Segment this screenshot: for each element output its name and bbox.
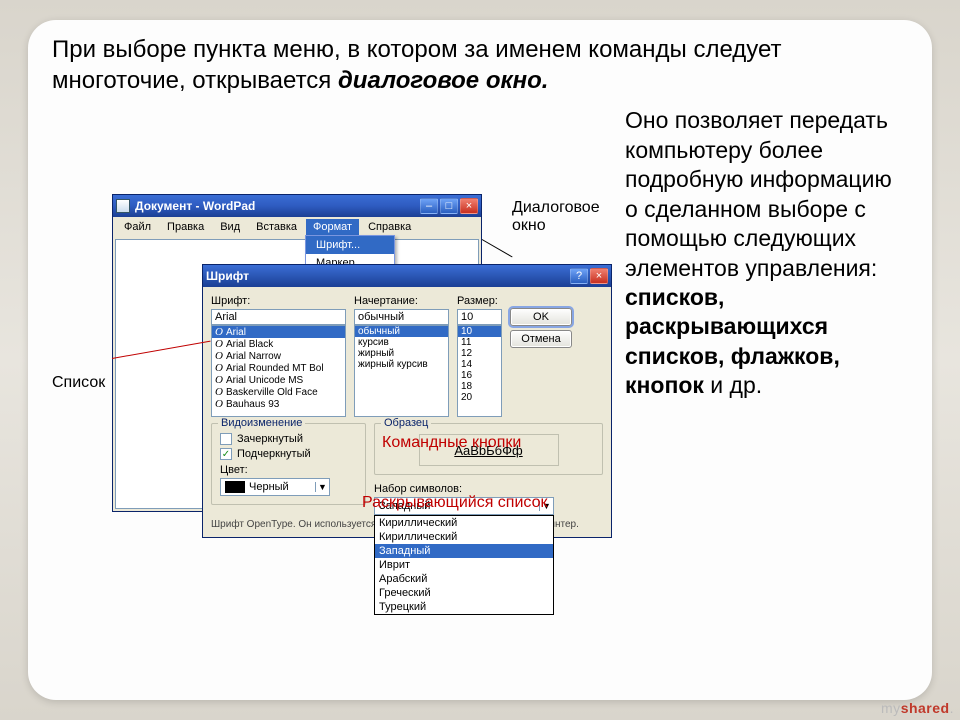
- menu-edit[interactable]: Правка: [160, 219, 211, 235]
- font-glyph-icon: O: [215, 326, 223, 338]
- minimize-button[interactable]: –: [420, 198, 438, 214]
- explanation-text: Оно позволяет передать компьютеру более …: [625, 104, 908, 400]
- label-size: Размер:: [457, 295, 502, 307]
- intro-emph: диалоговое окно.: [338, 67, 549, 94]
- list-item[interactable]: жирный курсив: [355, 359, 448, 370]
- list-item[interactable]: Кириллический: [375, 516, 553, 530]
- callout-cmd-buttons: Командные кнопки: [382, 434, 521, 452]
- list-item[interactable]: 11: [458, 337, 501, 348]
- list-item[interactable]: обычный: [355, 326, 448, 337]
- label-font: Шрифт:: [211, 295, 346, 307]
- label-color: Цвет:: [220, 464, 357, 476]
- list-item[interactable]: 18: [458, 381, 501, 392]
- list-item[interactable]: Арабский: [375, 572, 553, 586]
- list-item[interactable]: 16: [458, 370, 501, 381]
- list-item[interactable]: OArial: [212, 326, 345, 338]
- intro-text: При выборе пункта меню, в котором за име…: [52, 34, 908, 96]
- screenshot-area: Документ - WordPad – □ × Файл Правка Вид…: [52, 104, 607, 400]
- label-effects: Видоизменение: [218, 417, 305, 429]
- label-style: Начертание:: [354, 295, 449, 307]
- menu-help[interactable]: Справка: [361, 219, 418, 235]
- wordpad-titlebar[interactable]: Документ - WordPad – □ ×: [113, 195, 481, 217]
- list-item[interactable]: 12: [458, 348, 501, 359]
- menu-format[interactable]: Формат: [306, 219, 359, 235]
- list-item[interactable]: OArial Black: [212, 338, 345, 350]
- cancel-button[interactable]: Отмена: [510, 330, 572, 348]
- watermark: myshared.: [881, 700, 954, 716]
- font-size-input[interactable]: [457, 309, 502, 325]
- font-dialog-titlebar[interactable]: Шрифт ? ×: [203, 265, 611, 287]
- list-item[interactable]: Турецкий: [375, 600, 553, 614]
- list-item[interactable]: 14: [458, 359, 501, 370]
- callout-list: Список: [52, 374, 105, 392]
- font-listbox[interactable]: OArial OArial Black OArial Narrow OArial…: [211, 325, 346, 417]
- list-item[interactable]: Западный: [375, 544, 553, 558]
- menu-view[interactable]: Вид: [213, 219, 247, 235]
- checkbox-icon: ✓: [220, 448, 232, 460]
- close-button[interactable]: ×: [460, 198, 478, 214]
- list-item[interactable]: Греческий: [375, 586, 553, 600]
- wordpad-title: Документ - WordPad: [135, 199, 420, 213]
- checkbox-icon: [220, 433, 232, 445]
- callout-dropdown: Раскрывающийся список: [362, 494, 547, 512]
- list-item[interactable]: OArial Narrow: [212, 350, 345, 362]
- menu-item-font[interactable]: Шрифт...: [306, 236, 394, 254]
- list-item[interactable]: 10: [458, 326, 501, 337]
- list-item[interactable]: OBauhaus 93: [212, 398, 345, 410]
- list-item[interactable]: 20: [458, 392, 501, 403]
- style-listbox[interactable]: обычный курсив жирный жирный курсив: [354, 325, 449, 417]
- list-item[interactable]: Кириллический: [375, 530, 553, 544]
- maximize-button[interactable]: □: [440, 198, 458, 214]
- label-sample: Образец: [381, 417, 431, 429]
- font-style-input[interactable]: [354, 309, 449, 325]
- wordpad-menubar: Файл Правка Вид Вставка Формат Справка: [113, 217, 481, 237]
- color-name: Черный: [249, 481, 289, 493]
- chevron-down-icon: ▼: [315, 482, 329, 492]
- list-item[interactable]: Иврит: [375, 558, 553, 572]
- list-item[interactable]: OBaskerville Old Face: [212, 386, 345, 398]
- callout-dialog-window: Диалоговое окно: [512, 199, 600, 234]
- ok-button[interactable]: OK: [510, 308, 572, 326]
- size-listbox[interactable]: 10 11 12 14 16 18 20: [457, 325, 502, 417]
- color-dropdown[interactable]: Черный ▼: [220, 478, 330, 496]
- document-icon: [116, 199, 130, 213]
- list-item[interactable]: OArial Unicode MS: [212, 374, 345, 386]
- list-item[interactable]: курсив: [355, 337, 448, 348]
- effects-group: Видоизменение Зачеркнутый ✓ Подчеркнутый…: [211, 423, 366, 505]
- help-button[interactable]: ?: [570, 268, 588, 284]
- dialog-close-button[interactable]: ×: [590, 268, 608, 284]
- font-name-input[interactable]: [211, 309, 346, 325]
- menu-insert[interactable]: Вставка: [249, 219, 304, 235]
- underline-checkbox[interactable]: ✓ Подчеркнутый: [220, 448, 357, 460]
- color-swatch-icon: [225, 481, 245, 493]
- font-dialog-title: Шрифт: [206, 269, 570, 283]
- list-item[interactable]: жирный: [355, 348, 448, 359]
- strike-checkbox[interactable]: Зачеркнутый: [220, 433, 357, 445]
- menu-file[interactable]: Файл: [117, 219, 158, 235]
- list-item[interactable]: OArial Rounded MT Bol: [212, 362, 345, 374]
- script-dropdown-open: Кириллический Кириллический Западный Ивр…: [374, 515, 554, 615]
